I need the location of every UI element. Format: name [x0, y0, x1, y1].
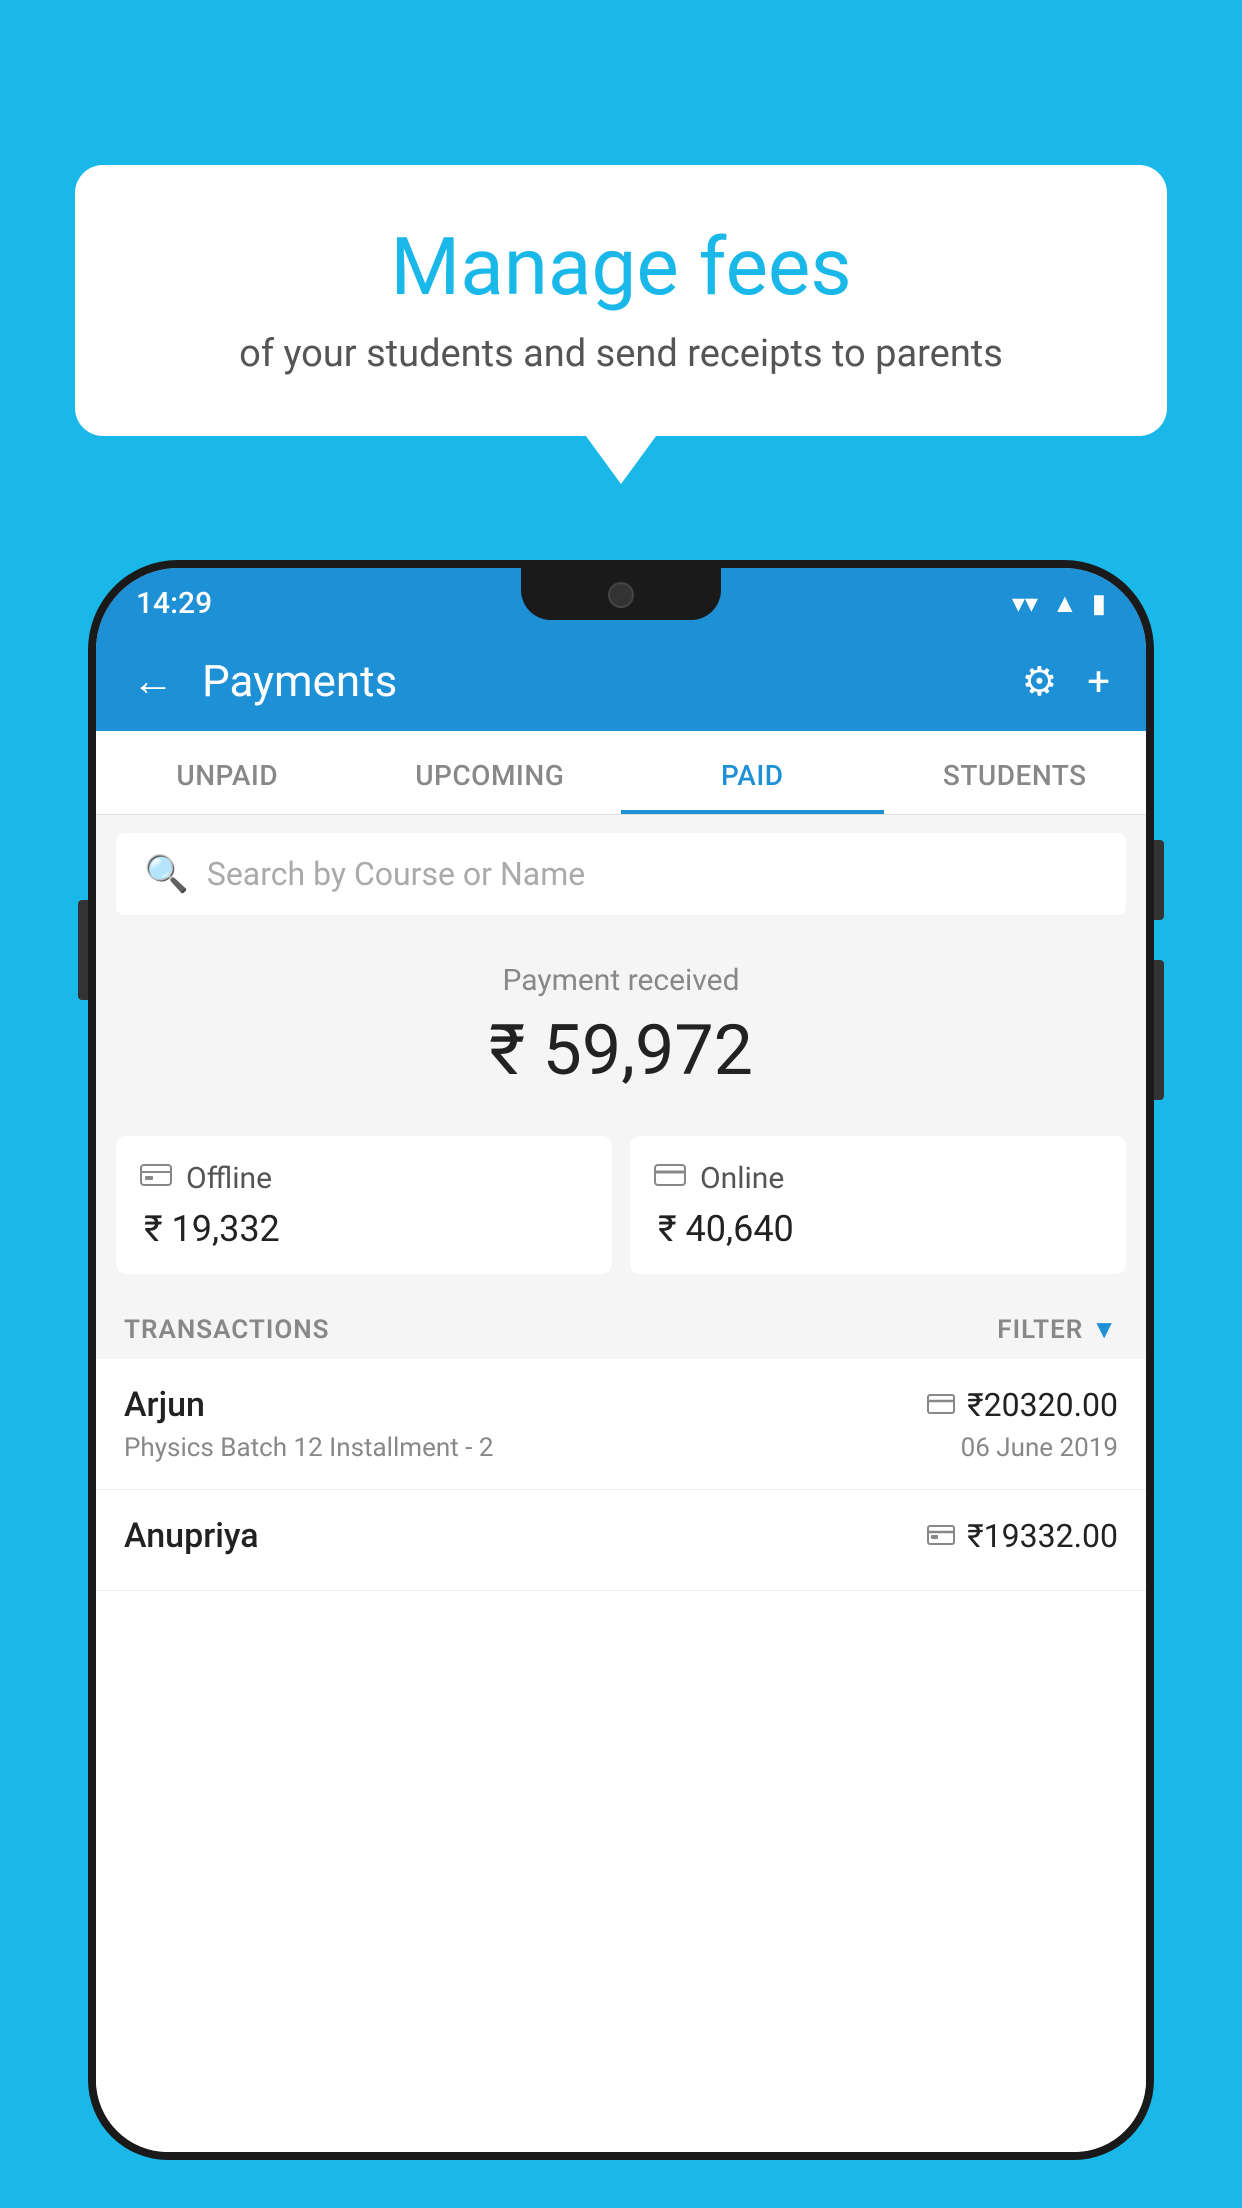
payment-mode-icon-1	[927, 1520, 955, 1553]
speech-bubble-title: Manage fees	[135, 220, 1107, 314]
online-icon	[654, 1160, 686, 1196]
payment-summary: Payment received ₹ 59,972	[96, 933, 1146, 1136]
payment-cards: Offline ₹ 19,332 Online	[96, 1136, 1146, 1294]
transaction-row2-0: Physics Batch 12 Installment - 2 06 June…	[124, 1433, 1118, 1463]
transaction-item-0[interactable]: Arjun ₹20320.00	[96, 1359, 1146, 1490]
transaction-amount-value-1: ₹19332.00	[967, 1517, 1118, 1555]
phone-notch	[521, 568, 721, 620]
transaction-name-1: Anupriya	[124, 1516, 259, 1556]
phone-frame: 14:29 ▾▾ ▲ ▮ ← Payments ⚙ +	[88, 560, 1154, 2160]
offline-label: Offline	[186, 1161, 272, 1196]
tab-unpaid[interactable]: UNPAID	[96, 731, 359, 814]
tab-paid[interactable]: PAID	[621, 731, 884, 814]
transaction-amount-1: ₹19332.00	[927, 1517, 1118, 1555]
status-icons: ▾▾ ▲ ▮	[1012, 588, 1106, 619]
back-button[interactable]: ←	[132, 657, 174, 706]
payment-received-label: Payment received	[116, 963, 1126, 998]
offline-icon	[140, 1160, 172, 1196]
transaction-item-1[interactable]: Anupriya ₹19332.00	[96, 1490, 1146, 1591]
filter-label: FILTER	[997, 1315, 1083, 1345]
offline-payment-card: Offline ₹ 19,332	[116, 1136, 612, 1274]
transaction-list: Arjun ₹20320.00	[96, 1359, 1146, 2152]
tabs: UNPAID UPCOMING PAID STUDENTS	[96, 731, 1146, 815]
online-payment-card: Online ₹ 40,640	[630, 1136, 1126, 1274]
phone-wrapper: 14:29 ▾▾ ▲ ▮ ← Payments ⚙ +	[88, 560, 1154, 2208]
search-icon: 🔍	[144, 853, 189, 895]
transaction-date-0: 06 June 2019	[961, 1433, 1118, 1463]
phone-side-button-right-top	[1154, 840, 1164, 920]
app-bar-title: Payments	[202, 655, 1021, 707]
online-label: Online	[700, 1161, 784, 1196]
transaction-row1-1: Anupriya ₹19332.00	[124, 1516, 1118, 1556]
transaction-amount-value-0: ₹20320.00	[967, 1386, 1118, 1424]
battery-icon: ▮	[1092, 589, 1106, 619]
tab-upcoming[interactable]: UPCOMING	[359, 731, 622, 814]
speech-bubble: Manage fees of your students and send re…	[75, 165, 1167, 436]
online-card-header: Online	[654, 1160, 1102, 1196]
transaction-detail-0: Physics Batch 12 Installment - 2	[124, 1433, 493, 1463]
content-area: 🔍 Search by Course or Name Payment recei…	[96, 815, 1146, 2152]
transaction-amount-0: ₹20320.00	[927, 1386, 1118, 1424]
speech-bubble-subtitle: of your students and send receipts to pa…	[135, 332, 1107, 376]
transactions-label: TRANSACTIONS	[124, 1315, 330, 1345]
payment-mode-icon-0	[927, 1389, 955, 1422]
wifi-icon: ▾▾	[1012, 589, 1038, 619]
search-container[interactable]: 🔍 Search by Course or Name	[116, 833, 1126, 915]
offline-card-header: Offline	[140, 1160, 588, 1196]
transactions-header: TRANSACTIONS FILTER ▼	[96, 1294, 1146, 1359]
phone-side-button-right-bot	[1154, 960, 1164, 1100]
app-bar: ← Payments ⚙ +	[96, 631, 1146, 731]
app-bar-icons: ⚙ +	[1021, 658, 1110, 705]
offline-amount: ₹ 19,332	[140, 1208, 588, 1250]
filter-icon: ▼	[1091, 1314, 1118, 1345]
transaction-name-0: Arjun	[124, 1385, 205, 1425]
phone-camera	[608, 582, 634, 608]
phone-screen: 14:29 ▾▾ ▲ ▮ ← Payments ⚙ +	[96, 568, 1146, 2152]
filter-button[interactable]: FILTER ▼	[997, 1314, 1118, 1345]
search-input[interactable]: Search by Course or Name	[207, 855, 585, 893]
add-icon[interactable]: +	[1087, 658, 1110, 705]
transaction-row1-0: Arjun ₹20320.00	[124, 1385, 1118, 1425]
settings-icon[interactable]: ⚙	[1021, 658, 1057, 705]
online-amount: ₹ 40,640	[654, 1208, 1102, 1250]
phone-side-button-left	[78, 900, 88, 1000]
payment-total-amount: ₹ 59,972	[116, 1010, 1126, 1092]
signal-icon: ▲	[1052, 588, 1078, 619]
tab-students[interactable]: STUDENTS	[884, 731, 1147, 814]
status-time: 14:29	[136, 586, 212, 621]
